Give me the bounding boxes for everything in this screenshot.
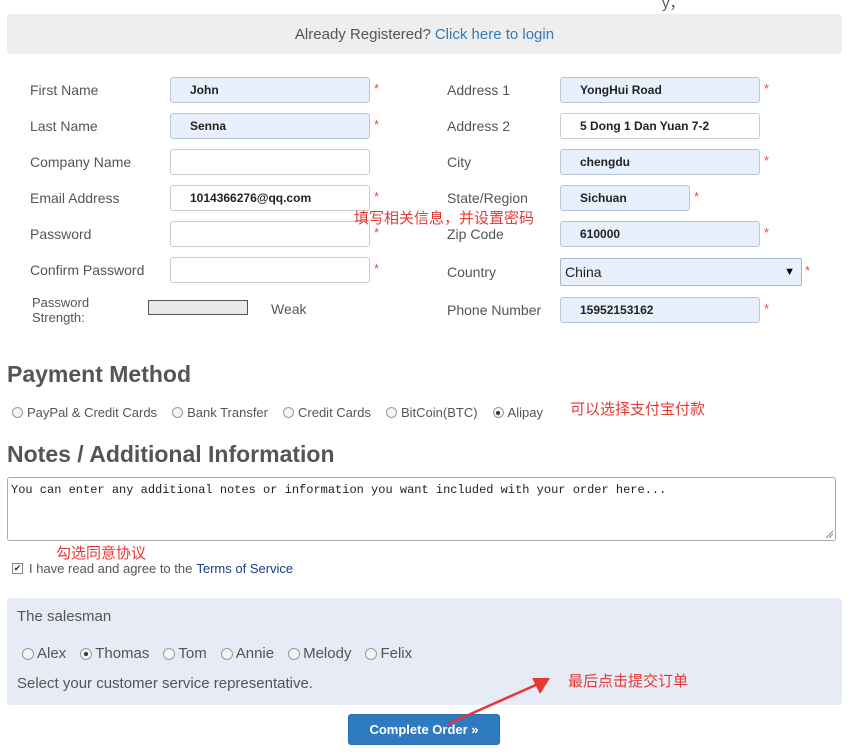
payment-option-label: PayPal & Credit Cards: [27, 405, 158, 420]
last-name-input[interactable]: Senna: [170, 113, 370, 139]
payment-option-label: Alipay: [507, 405, 543, 420]
required-mark: *: [374, 189, 380, 204]
salesman-option-label: Felix: [380, 645, 413, 662]
payment-method-heading: Payment Method: [7, 361, 192, 387]
salesman-option-annie[interactable]: Annie: [220, 645, 275, 662]
radio-button[interactable]: [12, 407, 23, 418]
radio-button[interactable]: [288, 647, 301, 660]
password-input[interactable]: [170, 221, 370, 247]
chevron-down-icon: ▼: [784, 266, 795, 278]
first-name-label: First Name: [30, 82, 99, 98]
address1-input[interactable]: YongHui Road: [560, 77, 760, 103]
required-mark: *: [694, 189, 700, 204]
radio-button[interactable]: [163, 647, 176, 660]
terms-text: I have read and agree to the: [29, 561, 193, 576]
password-strength-label: Password Strength:: [32, 295, 89, 325]
payment-option-label: BitCoin(BTC): [400, 405, 478, 420]
address2-label: Address 2: [447, 118, 511, 134]
required-mark: *: [764, 301, 770, 316]
salesman-panel: The salesman Alex Thomas Tom Annie Melod…: [7, 598, 842, 705]
annotation-agree: 勾选同意协议: [56, 544, 147, 562]
notes-textarea[interactable]: You can enter any additional notes or in…: [7, 477, 836, 541]
phone-input[interactable]: 15952153162: [560, 297, 760, 323]
payment-option-bank-transfer[interactable]: Bank Transfer: [172, 405, 268, 420]
required-mark: *: [764, 225, 770, 240]
state-label: State/Region: [447, 190, 528, 206]
city-input[interactable]: chengdu: [560, 149, 760, 175]
required-mark: *: [374, 261, 380, 276]
radio-button[interactable]: [220, 647, 233, 660]
required-mark: *: [374, 81, 380, 96]
cropped-text-fragment: y，: [662, 0, 685, 12]
salesman-title: The salesman: [17, 608, 112, 625]
radio-button[interactable]: [172, 407, 184, 418]
already-registered-bar: Already Registered? Click here to login: [7, 14, 842, 54]
country-select[interactable]: China ▼: [560, 258, 802, 286]
company-name-label: Company Name: [30, 154, 132, 170]
notes-heading: Notes / Additional Information: [7, 441, 335, 467]
required-mark: *: [764, 81, 770, 96]
city-label: City: [447, 154, 472, 170]
salesman-option-tom[interactable]: Tom: [163, 645, 207, 662]
password-strength-label-line1: Password: [32, 295, 90, 310]
country-select-value: China: [565, 264, 602, 280]
terms-checkbox[interactable]: ✔: [12, 563, 23, 574]
radio-button[interactable]: [283, 407, 294, 418]
last-name-label: Last Name: [30, 118, 98, 134]
payment-options: PayPal & Credit Cards Bank Transfer Cred…: [12, 405, 543, 420]
salesman-hint: Select your customer service representat…: [17, 675, 313, 692]
annotation-alipay: 可以选择支付宝付款: [570, 400, 706, 418]
salesman-option-thomas[interactable]: Thomas: [80, 645, 149, 662]
radio-button-selected[interactable]: [80, 647, 93, 660]
notes-placeholder: You can enter any additional notes or in…: [11, 483, 667, 497]
radio-button-selected[interactable]: [492, 407, 504, 418]
payment-option-paypal[interactable]: PayPal & Credit Cards: [12, 405, 157, 420]
salesman-option-alex[interactable]: Alex: [22, 645, 66, 662]
terms-agreement: ✔ I have read and agree to the Terms of …: [12, 561, 293, 576]
annotation-arrow-icon: [447, 678, 550, 726]
phone-label: Phone Number: [447, 302, 542, 318]
required-mark: *: [805, 263, 811, 278]
radio-button[interactable]: [365, 647, 378, 660]
payment-option-alipay[interactable]: Alipay: [492, 405, 543, 420]
email-input[interactable]: 1014366276@qq.com: [170, 185, 370, 211]
payment-option-bitcoin[interactable]: BitCoin(BTC): [385, 405, 478, 420]
salesman-option-label: Annie: [235, 645, 275, 662]
payment-option-credit-cards[interactable]: Credit Cards: [283, 405, 371, 420]
zip-label: Zip Code: [447, 226, 504, 242]
email-label: Email Address: [30, 190, 120, 206]
confirm-password-label: Confirm Password: [30, 262, 145, 278]
required-mark: *: [374, 117, 380, 132]
password-strength-value: Weak: [271, 301, 307, 317]
salesman-option-label: Alex: [37, 645, 67, 662]
salesman-option-felix[interactable]: Felix: [365, 645, 412, 662]
password-strength-label-line2: Strength:: [32, 310, 85, 325]
radio-button[interactable]: [385, 407, 397, 418]
company-name-input[interactable]: [170, 149, 370, 175]
required-mark: *: [764, 153, 770, 168]
confirm-password-input[interactable]: [170, 257, 370, 283]
salesman-option-label: Tom: [178, 645, 207, 662]
zip-input[interactable]: 610000: [560, 221, 760, 247]
country-label: Country: [447, 264, 497, 280]
salesman-option-melody[interactable]: Melody: [288, 645, 351, 662]
salesman-option-label: Melody: [303, 645, 352, 662]
password-strength-meter: [148, 300, 248, 315]
state-input[interactable]: Sichuan: [560, 185, 690, 211]
first-name-input[interactable]: John: [170, 77, 370, 103]
annotation-submit: 最后点击提交订单: [568, 672, 689, 690]
payment-option-label: Bank Transfer: [187, 405, 268, 420]
payment-option-label: Credit Cards: [298, 405, 371, 420]
terms-of-service-link[interactable]: Terms of Service: [196, 561, 293, 576]
salesman-options: Alex Thomas Tom Annie Melody Felix: [22, 645, 426, 662]
address1-label: Address 1: [447, 82, 511, 98]
login-link[interactable]: Click here to login: [435, 26, 554, 43]
address2-input[interactable]: 5 Dong 1 Dan Yuan 7-2: [560, 113, 760, 139]
radio-button[interactable]: [22, 647, 34, 660]
resize-grip-icon[interactable]: [825, 530, 833, 538]
salesman-option-label: Thomas: [95, 645, 150, 662]
already-registered-text: Already Registered?: [294, 25, 431, 43]
annotation-fill-info: 填写相关信息，并设置密码: [354, 209, 535, 227]
password-label: Password: [30, 226, 92, 242]
